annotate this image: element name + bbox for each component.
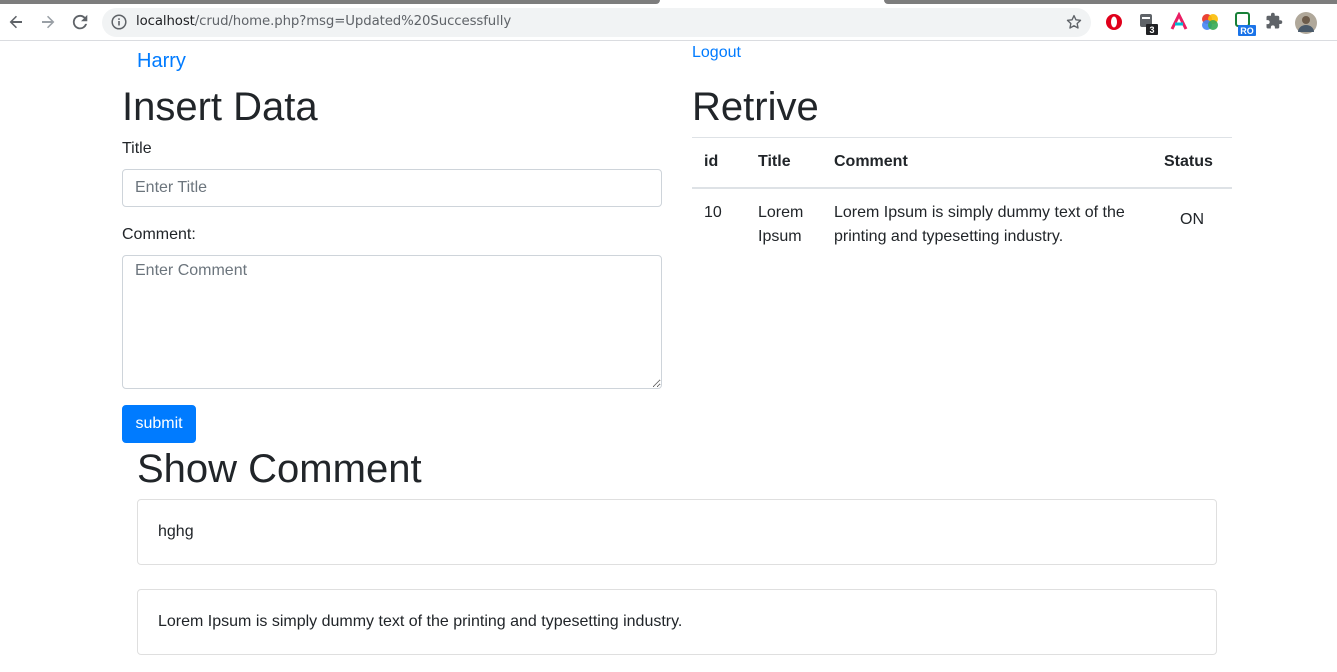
- comment-card-text: Lorem Ipsum is simply dummy text of the …: [158, 613, 683, 630]
- table-row: 10 Lorem Ipsum Lorem Ipsum is simply dum…: [692, 187, 1232, 261]
- url-path: /crud/home.php?msg=Updated%20Successfull…: [194, 14, 512, 29]
- comment-card: hghg: [137, 499, 1217, 565]
- url-host: localhost: [136, 14, 195, 29]
- info-icon[interactable]: [111, 14, 127, 35]
- cell-status: ON: [1152, 187, 1232, 261]
- extension-badge-icon[interactable]: 3: [1138, 12, 1158, 35]
- submit-button[interactable]: submit: [122, 405, 196, 443]
- table-header-row: id Title Comment Status: [692, 137, 1232, 189]
- ro-extension-icon[interactable]: RO: [1234, 12, 1258, 36]
- forward-icon[interactable]: [36, 10, 60, 34]
- comment-label: Comment:: [122, 226, 196, 243]
- title-input[interactable]: [122, 169, 662, 207]
- comment-textarea[interactable]: [122, 255, 662, 389]
- opera-icon[interactable]: [1104, 12, 1124, 32]
- profile-avatar-icon[interactable]: [1295, 12, 1317, 34]
- retrive-heading: Retrive: [692, 85, 819, 129]
- cell-id: 10: [692, 187, 746, 261]
- url-text[interactable]: localhost/crud/home.php?msg=Updated%20Su…: [136, 14, 511, 29]
- bookmark-star-icon[interactable]: [1065, 13, 1083, 36]
- retrive-table: id Title Comment Status 10 Lorem Ipsum L…: [692, 137, 1232, 261]
- comment-card-text: hghg: [158, 523, 194, 540]
- comment-card: Lorem Ipsum is simply dummy text of the …: [137, 589, 1217, 655]
- column-header-status: Status: [1152, 137, 1232, 189]
- title-label: Title: [122, 140, 152, 157]
- show-comment-heading: Show Comment: [137, 447, 422, 491]
- address-bar[interactable]: localhost/crud/home.php?msg=Updated%20Su…: [102, 8, 1091, 37]
- user-name-link[interactable]: Harry: [137, 50, 186, 73]
- reload-icon[interactable]: [68, 10, 92, 34]
- logout-link[interactable]: Logout: [692, 44, 741, 62]
- page-content: Harry Logout Insert Data Title Comment: …: [0, 41, 1337, 672]
- color-wheel-icon[interactable]: [1200, 12, 1220, 32]
- puzzle-icon[interactable]: [1265, 12, 1285, 32]
- insert-data-heading: Insert Data: [122, 85, 318, 129]
- ro-badge-text: RO: [1240, 26, 1254, 36]
- cell-title: Lorem Ipsum: [746, 187, 822, 261]
- back-icon[interactable]: [4, 10, 28, 34]
- extension-badge-count: 3: [1149, 25, 1154, 35]
- column-header-title: Title: [746, 137, 822, 189]
- cell-comment: Lorem Ipsum is simply dummy text of the …: [822, 187, 1152, 261]
- column-header-comment: Comment: [822, 137, 1152, 189]
- arc-icon[interactable]: [1169, 11, 1189, 32]
- column-header-id: id: [692, 137, 746, 189]
- browser-toolbar: localhost/crud/home.php?msg=Updated%20Su…: [0, 4, 1337, 41]
